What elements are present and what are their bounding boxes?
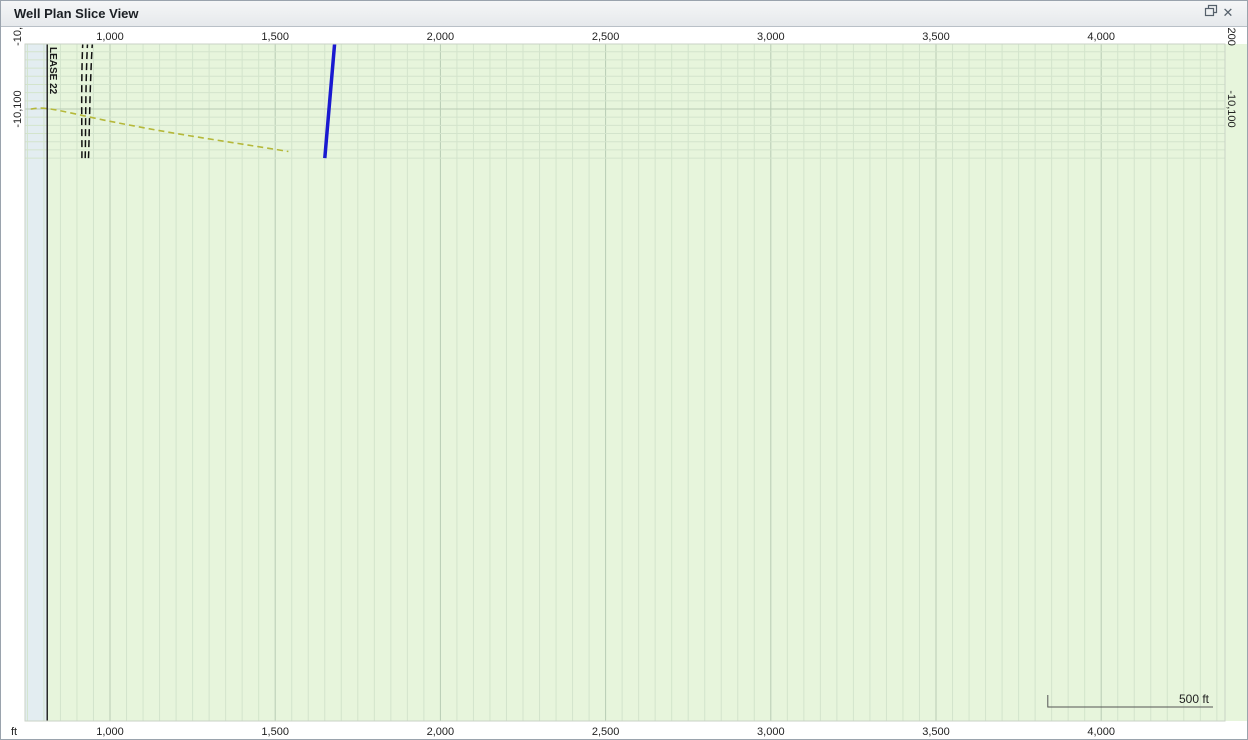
y-tick-label-left: -10,200 (12, 27, 24, 46)
x-tick-label-top: 3,000 (757, 31, 785, 43)
y-tick-label-right: -10,100 (1225, 90, 1237, 127)
x-tick-label-bottom: 1,000 (96, 726, 124, 738)
scale-bar-label: 500 ft (1179, 692, 1210, 706)
x-tick-label-bottom: 3,000 (757, 726, 785, 738)
x-tick-label-bottom: 4,000 (1087, 726, 1115, 738)
title-bar: Well Plan Slice View ✕ (1, 1, 1247, 27)
x-tick-label-bottom: 2,500 (592, 726, 620, 738)
window-title: Well Plan Slice View (14, 6, 139, 21)
x-tick-label-top: 4,000 (1087, 31, 1115, 43)
x-axis-unit: ft (11, 726, 17, 738)
restore-icon[interactable] (1203, 4, 1219, 22)
y-tick-label-right: -10,200 (1225, 27, 1237, 46)
x-tick-label-top: 2,500 (592, 31, 620, 43)
slice-view-chart[interactable]: LEASE 22LEASE 38WELL1WELL1WELL2WELL2WELL… (1, 27, 1247, 739)
x-tick-label-top: 1,500 (261, 31, 289, 43)
lease-label-1: LEASE 22 (47, 47, 58, 95)
x-tick-label-bottom: 1,500 (261, 726, 289, 738)
restore-icon-glyph (1204, 4, 1218, 17)
well-plan-window: Well Plan Slice View ✕ LEASE 22LEASE 38W… (0, 0, 1248, 740)
region-lease (47, 44, 1247, 721)
close-icon[interactable]: ✕ (1220, 4, 1236, 22)
x-tick-label-top: 2,000 (427, 31, 455, 43)
x-tick-label-top: 3,500 (922, 31, 950, 43)
x-tick-label-bottom: 2,000 (427, 726, 455, 738)
y-tick-label-left: -10,100 (12, 90, 24, 127)
x-tick-label-top: 1,000 (96, 31, 124, 43)
x-tick-label-bottom: 3,500 (922, 726, 950, 738)
